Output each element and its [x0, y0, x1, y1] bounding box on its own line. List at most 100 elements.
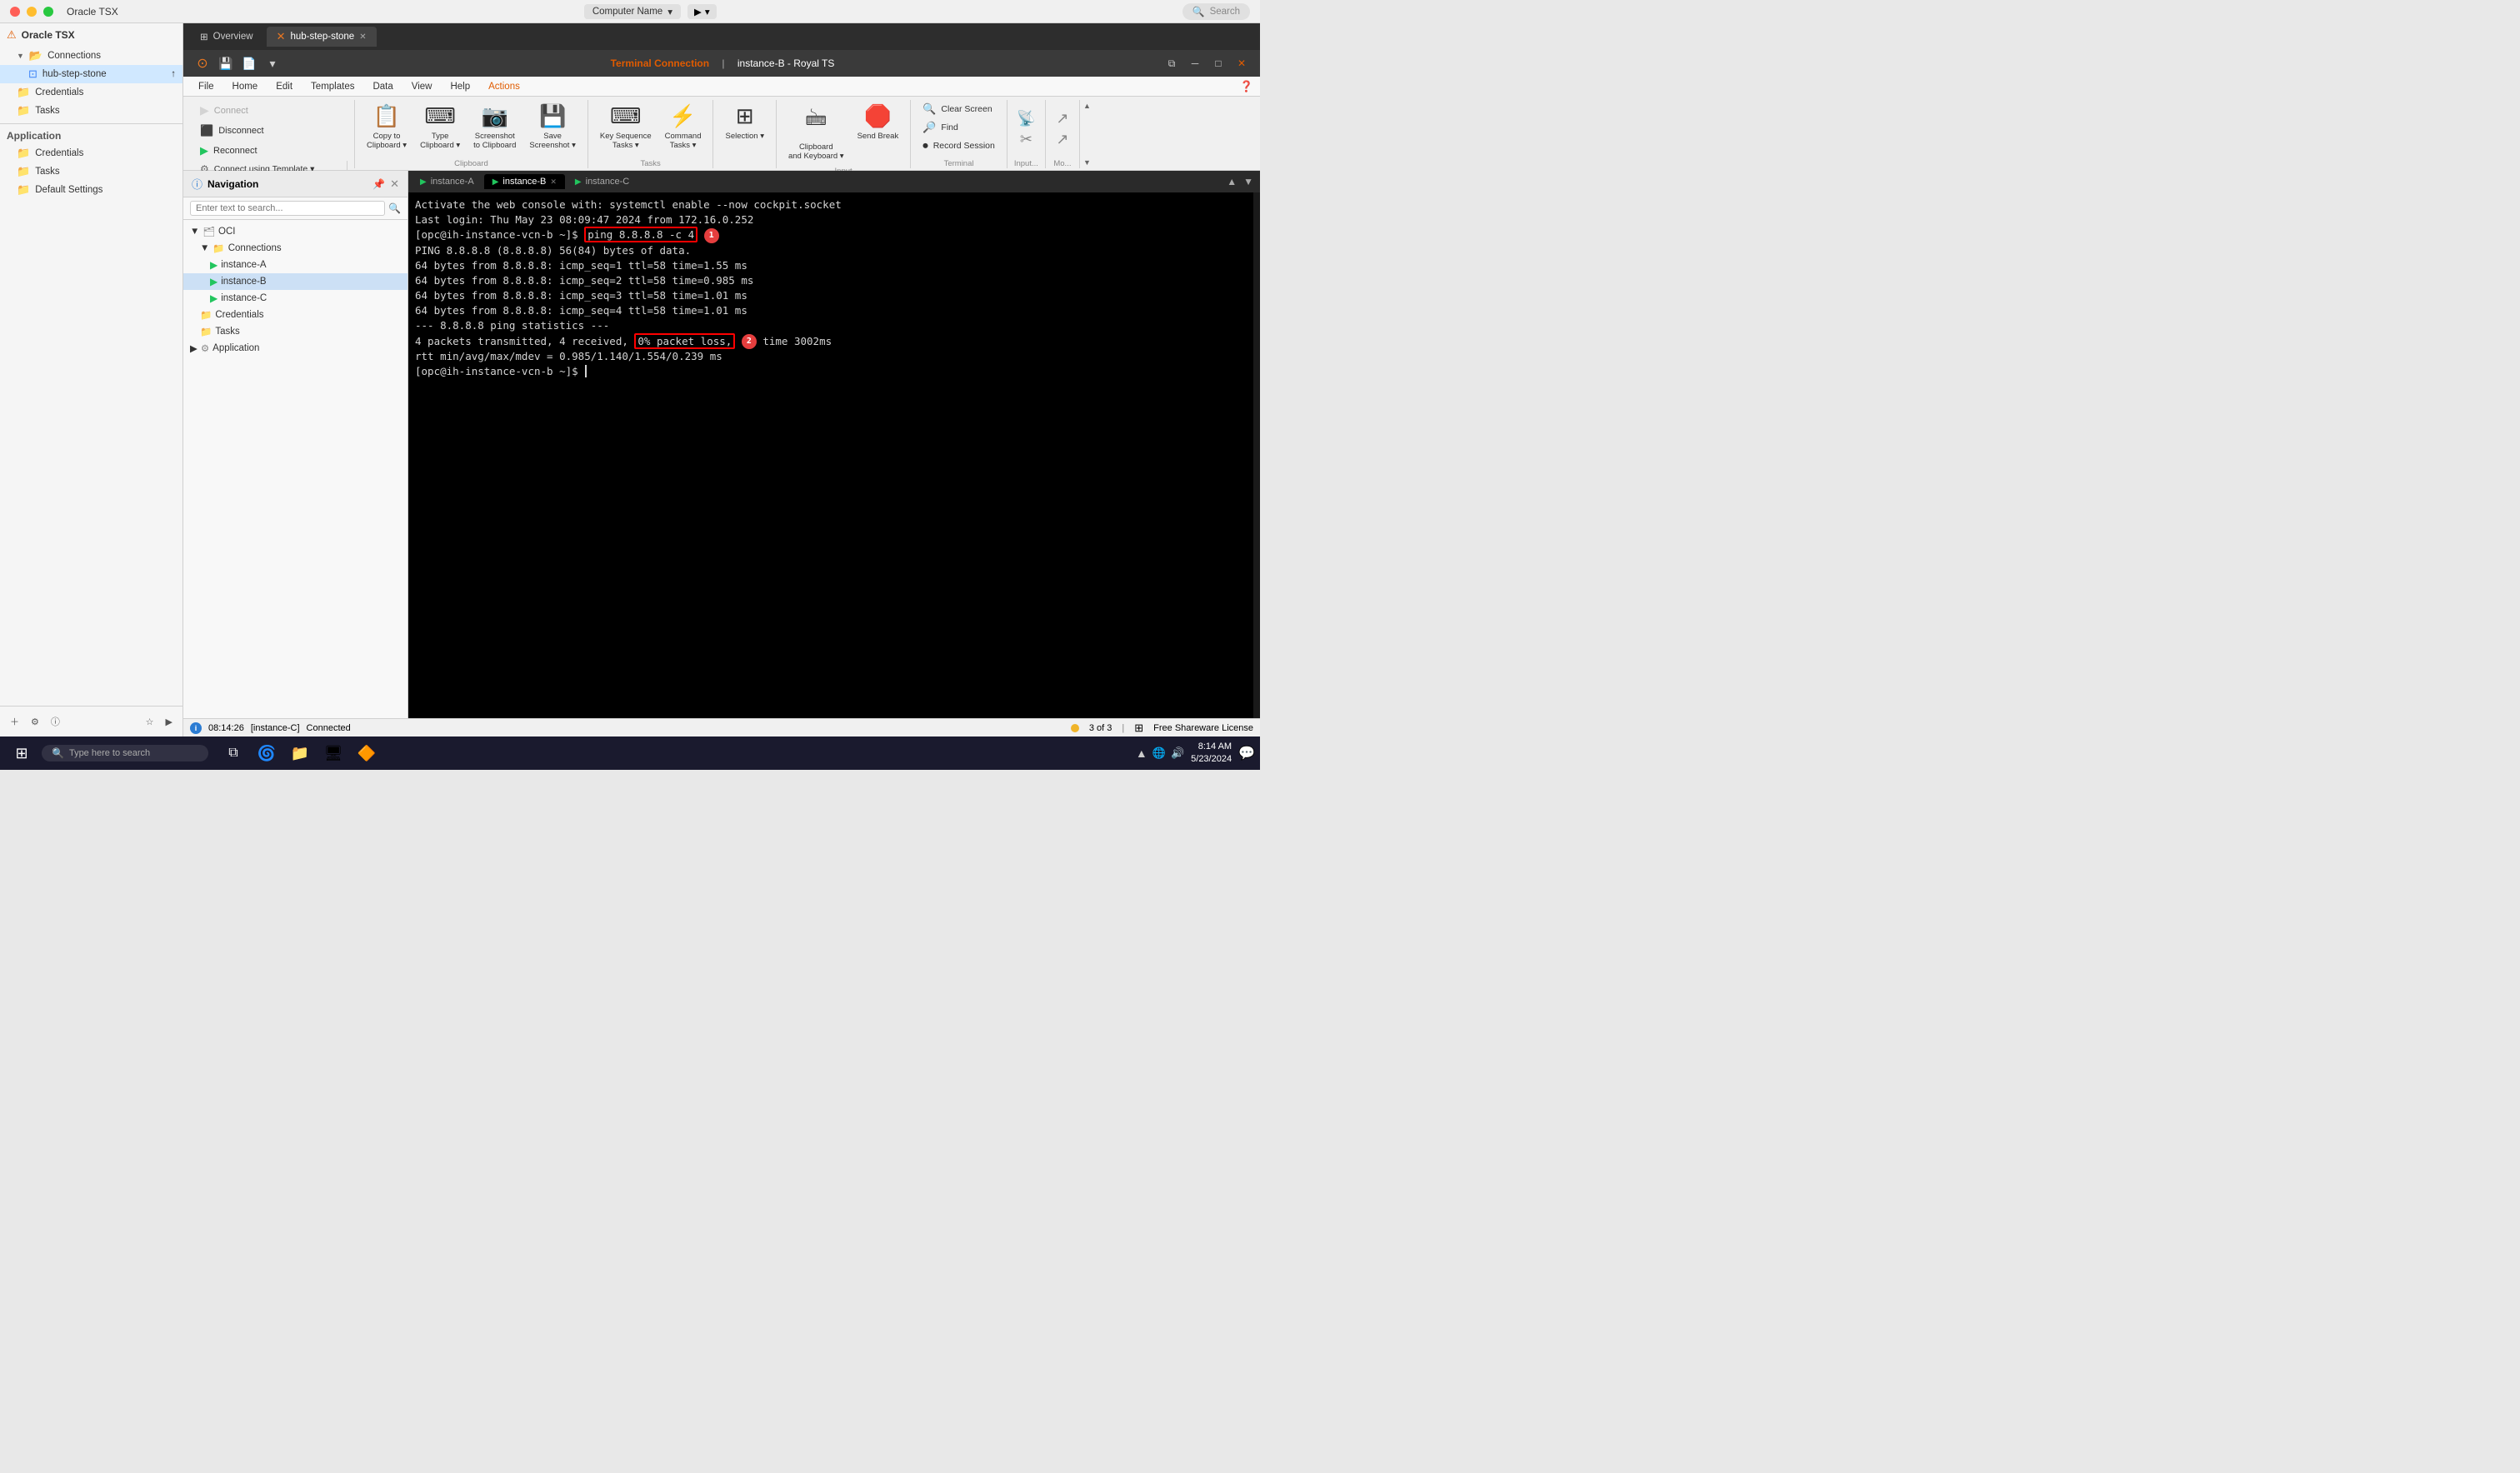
ribbon-screenshot-clipboard-button[interactable]: 📷 Screenshotto Clipboard: [468, 100, 521, 154]
play-button[interactable]: ▶ ▾: [688, 4, 717, 19]
terminal-scrollbar[interactable]: [1253, 192, 1260, 718]
menu-file[interactable]: File: [190, 79, 222, 94]
nav-item-instance-c[interactable]: ▶ instance-C: [183, 290, 408, 307]
ribbon-record-session-button[interactable]: ⏺ Record Session: [918, 137, 1000, 155]
menu-view[interactable]: View: [403, 79, 441, 94]
ribbon-find-button[interactable]: 🔎 Find: [918, 118, 1000, 137]
computer-name-dropdown[interactable]: Computer Name ▾: [584, 4, 681, 19]
sidebar-item-app-tasks[interactable]: 📁 Tasks: [0, 162, 182, 181]
oci-folder-icon: 🗂: [202, 226, 215, 237]
window-save-icon[interactable]: 💾: [217, 54, 235, 72]
taskbar-app-edge[interactable]: 🌀: [252, 739, 282, 767]
nav-search: 🔍: [183, 197, 408, 220]
menu-help[interactable]: Help: [442, 79, 478, 94]
taskbar-app-royal[interactable]: 🔶: [352, 739, 382, 767]
taskbar-search[interactable]: 🔍: [42, 745, 208, 761]
mac-minimize-button[interactable]: [27, 7, 37, 17]
nav-pin-icon[interactable]: 📌: [372, 178, 385, 190]
window-home-icon[interactable]: ⊙: [193, 54, 212, 72]
window-minimize-button[interactable]: ─: [1187, 55, 1203, 72]
terminal-scroll-down-icon[interactable]: ▼: [1240, 172, 1257, 191]
nav-close-icon[interactable]: ✕: [390, 177, 399, 191]
taskbar-search-input[interactable]: [69, 748, 186, 758]
nav-item-connections-group[interactable]: ▼ 📁 Connections: [183, 240, 408, 257]
sidebar-star-button[interactable]: ☆: [142, 715, 158, 729]
sidebar-item-connections[interactable]: ▼ 📂 Connections: [0, 47, 182, 65]
ribbon-disconnect-button[interactable]: ⬛ Disconnect: [195, 121, 348, 141]
start-button[interactable]: ⊞: [5, 739, 38, 767]
ribbon-type-clipboard-button[interactable]: ⌨ TypeClipboard ▾: [415, 100, 465, 154]
ribbon-copy-clipboard-button[interactable]: 📋 Copy toClipboard ▾: [362, 100, 412, 154]
nav-item-instance-b[interactable]: ▶ instance-B: [183, 273, 408, 290]
terminal-line-4: PING 8.8.8.8 (8.8.8.8) 56(84) bytes of d…: [415, 243, 1247, 258]
ribbon-clear-screen-button[interactable]: 🔍 Clear Screen: [918, 100, 1000, 118]
terminal[interactable]: Activate the web console with: systemctl…: [408, 192, 1253, 718]
sidebar-item-oracle-tsx[interactable]: ⚠ Oracle TSX: [0, 23, 182, 47]
nav-tasks-label: Tasks: [215, 327, 239, 337]
nav-search-input[interactable]: [190, 201, 385, 216]
term-tab-instance-c[interactable]: ▶ instance-C: [567, 174, 638, 189]
mac-close-button[interactable]: [10, 7, 20, 17]
tab-hub-step-stone[interactable]: ✕ hub-step-stone ✕: [267, 27, 377, 47]
nav-item-oci[interactable]: ▼ 🗂 OCI: [183, 223, 408, 240]
tab-overview[interactable]: ⊞ Overview: [190, 27, 263, 46]
menu-data[interactable]: Data: [364, 79, 401, 94]
sidebar-info-button[interactable]: ⓘ: [48, 713, 63, 730]
tab-c-label: instance-C: [586, 177, 630, 187]
nav-item-credentials-nav[interactable]: 📁 Credentials: [183, 307, 408, 323]
menu-actions[interactable]: Actions: [480, 79, 528, 94]
window-quick-access-icon[interactable]: ▾: [263, 54, 282, 72]
sidebar-play-button[interactable]: ▶: [162, 715, 176, 729]
ribbon-scroll-down[interactable]: ▼: [1082, 158, 1092, 167]
sidebar-item-app-credentials[interactable]: 📁 Credentials: [0, 144, 182, 162]
menu-templates[interactable]: Templates: [302, 79, 362, 94]
ribbon-scroll-up[interactable]: ▲: [1082, 102, 1092, 110]
window-restore-button[interactable]: □: [1210, 55, 1227, 72]
help-icon[interactable]: ❓: [1240, 80, 1253, 93]
sidebar-item-tasks[interactable]: 📁 Tasks: [0, 102, 182, 120]
taskbar-app-taskview[interactable]: ⧉: [218, 739, 248, 767]
taskbar-app-terminal[interactable]: 🖥: [318, 739, 348, 767]
save-screenshot-icon: 💾: [539, 103, 566, 129]
taskbar-apps: ⧉ 🌀 📁 🖥 🔶: [218, 739, 382, 767]
taskbar-sys-up-icon[interactable]: ▲: [1136, 746, 1148, 760]
window-doc-icon[interactable]: 📄: [240, 54, 258, 72]
nav-item-instance-a[interactable]: ▶ instance-A: [183, 257, 408, 273]
tab-b-close-icon[interactable]: ✕: [550, 177, 557, 187]
ribbon-reconnect-button[interactable]: ▶ Reconnect: [195, 141, 348, 161]
term-tab-instance-b[interactable]: ▶ instance-B ✕: [484, 174, 565, 189]
menu-edit[interactable]: Edit: [268, 79, 301, 94]
window-tile-button[interactable]: ⧉: [1163, 55, 1180, 72]
tab-close-icon[interactable]: ✕: [359, 32, 366, 42]
terminal-tab-scroll: ▲ ▼: [1223, 172, 1257, 191]
key-sequence-icon: ⌨: [610, 103, 642, 129]
terminal-line-1: Activate the web console with: systemctl…: [415, 197, 1247, 212]
term-tab-instance-a[interactable]: ▶ instance-A: [412, 174, 482, 189]
ribbon-clipboard-keyboard-button[interactable]: 🖮 Clipboardand Keyboard ▾: [783, 100, 849, 165]
sidebar-item-credentials[interactable]: 📁 Credentials: [0, 83, 182, 102]
terminal-line-8: 64 bytes from 8.8.8.8: icmp_seq=4 ttl=58…: [415, 303, 1247, 318]
nav-item-application-nav[interactable]: ▶ ⚙ Application: [183, 340, 408, 357]
search-bar[interactable]: 🔍 Search: [1182, 3, 1250, 20]
sidebar-item-application[interactable]: Application: [0, 127, 182, 144]
ribbon-selection-button[interactable]: ⊞ Selection ▾: [720, 100, 769, 144]
terminal-scroll-up-icon[interactable]: ▲: [1223, 172, 1240, 191]
ribbon-key-sequence-button[interactable]: ⌨ Key SequenceTasks ▾: [595, 100, 657, 154]
nav-item-tasks-nav[interactable]: 📁 Tasks: [183, 323, 408, 340]
edge-icon: 🌀: [258, 745, 276, 762]
window-close-button[interactable]: ✕: [1233, 55, 1250, 72]
taskbar-notification-icon[interactable]: 💬: [1238, 745, 1255, 761]
sidebar-add-button[interactable]: ＋: [7, 713, 22, 730]
ribbon-save-screenshot-button[interactable]: 💾 SaveScreenshot ▾: [524, 100, 580, 154]
status-pages: 3 of 3: [1089, 723, 1112, 733]
ribbon-send-break-button[interactable]: 🛑 Send Break: [852, 100, 904, 144]
app-name-label: Oracle TSX: [67, 6, 118, 17]
ribbon-command-tasks-button[interactable]: ⚡ CommandTasks ▾: [660, 100, 707, 154]
taskbar-app-explorer[interactable]: 📁: [285, 739, 315, 767]
sidebar-item-default-settings[interactable]: 📁 Default Settings: [0, 181, 182, 199]
sidebar-item-hub-step-stone[interactable]: ⊡ hub-step-stone ↑: [0, 65, 182, 83]
mac-maximize-button[interactable]: [43, 7, 53, 17]
terminal-line-12: [opc@ih-instance-vcn-b ~]$: [415, 364, 1247, 379]
menu-home[interactable]: Home: [224, 79, 267, 94]
sidebar-settings-button[interactable]: ⚙: [28, 715, 42, 729]
